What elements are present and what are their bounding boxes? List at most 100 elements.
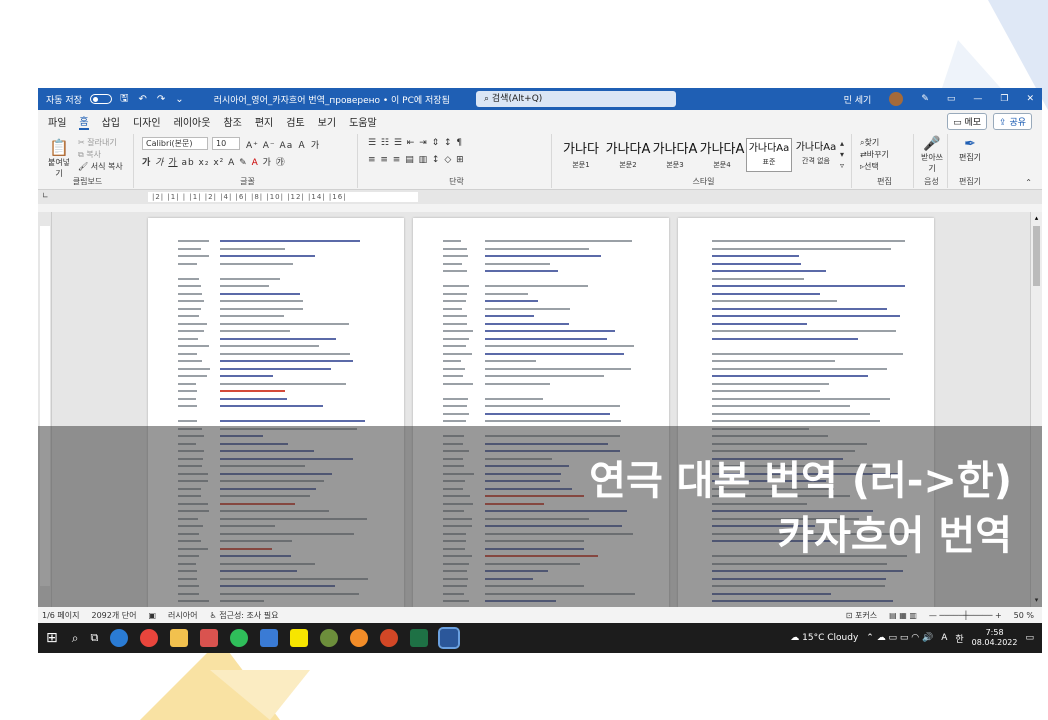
clock[interactable]: 7:58 08.04.2022 <box>972 628 1018 648</box>
weather-widget[interactable]: ☁ 15°C Cloudy <box>790 633 858 643</box>
caption-overlay: 연극 대본 번역 (러->한) 카자흐어 번역 <box>38 426 1042 607</box>
find-button[interactable]: ⌕찾기 <box>860 137 879 148</box>
style-item[interactable]: 가나다A 본문4 <box>699 138 745 172</box>
powerpoint-icon[interactable] <box>380 629 399 647</box>
language-label[interactable]: 러시아어 <box>168 610 197 621</box>
tab-view[interactable]: 보기 <box>318 114 336 129</box>
font-format-buttons[interactable]: 가 가 가 ab x₂ x² A ✎ A 가 ㉮ <box>142 155 286 168</box>
tab-review[interactable]: 검토 <box>286 114 304 129</box>
style-item-selected[interactable]: 가나다Aa 표준 <box>746 138 792 172</box>
accessibility-status[interactable]: ♿ 접근성: 조사 필요 <box>210 610 279 621</box>
select-button[interactable]: ▹선택 <box>860 161 879 172</box>
minimize-icon[interactable]: — <box>973 94 982 104</box>
copy-button[interactable]: ⧉ 복사 <box>78 149 101 160</box>
memo-button[interactable]: ▭ 메모 <box>947 112 988 130</box>
editor-pen-icon: ✒ <box>964 136 976 152</box>
file-explorer-icon[interactable] <box>170 629 189 647</box>
view-buttons[interactable]: ▤ ▦ ▥ <box>889 611 917 620</box>
pen-icon[interactable]: ✎ <box>921 94 929 104</box>
tab-file[interactable]: 파일 <box>48 114 66 129</box>
collapse-ribbon-icon[interactable]: ⌃ <box>1025 178 1032 187</box>
text-line <box>485 285 589 287</box>
mail-icon[interactable] <box>260 629 279 647</box>
tab-help[interactable]: 도움말 <box>349 114 377 129</box>
redo-icon[interactable]: ↷ <box>157 94 165 105</box>
customize-toolbar-icon[interactable]: ⌄ <box>175 94 183 105</box>
font-size-buttons[interactable]: A⁺ A⁻ Aa Ａ 가 <box>246 138 320 151</box>
yandex-icon[interactable] <box>200 629 219 647</box>
list-buttons[interactable]: ☰ ☷ ☰ ⇤ ⇥ ⇕ ↕ ¶ <box>368 138 463 148</box>
text-line <box>443 375 463 377</box>
avatar[interactable] <box>889 92 904 106</box>
text-line <box>220 360 354 362</box>
scroll-up-icon[interactable]: ▴ <box>1032 214 1041 223</box>
edge-browser-icon[interactable] <box>110 629 129 647</box>
styles-group: 가나다 본문1 가나다A 본문2 가나다A 본문3 가나다A 본문4 가나다Aa 표준 가… <box>556 134 852 188</box>
zoom-slider[interactable]: — ─────┼───── + <box>929 611 1002 620</box>
proofing-icon[interactable]: ▣ <box>148 611 156 620</box>
tray-icons[interactable]: ⌃ ☁ ▭ ▭ ◠ 🔊 <box>866 633 933 643</box>
paste-button[interactable]: 📋 붙여넣기 <box>46 138 72 179</box>
autosave-toggle[interactable] <box>89 94 112 104</box>
style-item[interactable]: 가나다 본문1 <box>558 138 604 172</box>
word-count[interactable]: 2092개 단어 <box>92 610 137 621</box>
kakaotalk-icon[interactable] <box>290 629 309 647</box>
ime-language[interactable]: 한 <box>955 632 963 645</box>
style-item[interactable]: 가나다Aa 간격 없음 <box>793 138 839 172</box>
whatsapp-icon[interactable] <box>230 629 249 647</box>
chrome-browser-icon[interactable] <box>140 629 159 647</box>
search-icon[interactable]: ⌕ <box>72 631 79 646</box>
tab-references[interactable]: 참조 <box>223 114 241 129</box>
cut-button[interactable]: ✂ 잘라내기 <box>78 137 117 148</box>
dictate-button[interactable]: 🎤 받아쓰기 <box>918 136 946 174</box>
restore-icon[interactable]: ❐ <box>1000 94 1008 104</box>
save-icon[interactable]: 🖫 <box>120 91 129 108</box>
clock-date: 08.04.2022 <box>971 638 1018 647</box>
ime-mode[interactable]: A <box>941 633 947 643</box>
text-line <box>220 352 351 355</box>
ribbon-display-icon[interactable]: ▭ <box>947 94 956 104</box>
text-line <box>443 382 473 385</box>
style-preview: 가나다 <box>563 142 599 157</box>
editing-group-label: 편집 <box>877 177 892 186</box>
text-line <box>443 315 467 317</box>
replace-button[interactable]: ⇄바꾸기 <box>860 149 889 160</box>
close-icon[interactable]: ✕ <box>1026 94 1034 104</box>
tab-design[interactable]: 디자인 <box>133 114 161 129</box>
horizontal-ruler[interactable]: ∟ |2| |1| | |1| |2| |4| |6| |8| |10| |12… <box>38 190 1042 204</box>
drawing-app-icon[interactable] <box>320 629 339 647</box>
excel-icon[interactable] <box>410 629 429 647</box>
tab-selector-icon[interactable]: ∟ <box>42 191 49 200</box>
scroll-thumb[interactable] <box>1033 226 1040 286</box>
orange-app-icon[interactable] <box>350 629 369 647</box>
word-icon[interactable] <box>438 627 461 649</box>
tab-layout[interactable]: 레이아웃 <box>174 114 211 129</box>
voice-group: 🎤 받아쓰기 음성 <box>916 134 948 188</box>
editor-button[interactable]: ✒ 편집기 <box>954 136 986 163</box>
text-line <box>178 277 199 280</box>
style-item[interactable]: 가나다A 본문3 <box>652 138 698 172</box>
windows-start-icon[interactable]: ⊞ <box>46 630 58 646</box>
share-button[interactable]: ⇪ 공유 <box>993 112 1032 130</box>
tab-insert[interactable]: 삽입 <box>102 114 120 129</box>
user-name[interactable]: 민 세기 <box>844 93 872 106</box>
alignment-buttons[interactable]: ≡ ≡ ≡ ▤ ▥ ↕ ◇ ⊞ <box>368 155 465 165</box>
search-box[interactable]: ⌕ 검색(Alt+Q) <box>476 91 676 107</box>
focus-button[interactable]: ⊡ 포커스 <box>846 610 877 621</box>
weather-label: 15°C Cloudy <box>802 633 859 643</box>
undo-icon[interactable]: ↶ <box>139 94 147 105</box>
notification-icon[interactable]: ▭ <box>1025 633 1034 643</box>
page-count[interactable]: 1/6 페이지 <box>42 610 80 621</box>
ruler-scale: |2| |1| | |1| |2| |4| |6| |8| |10| |12| … <box>148 192 418 202</box>
font-name-select[interactable]: Calibri(본문) <box>142 137 208 150</box>
style-item[interactable]: 가나다A 본문2 <box>605 138 651 172</box>
text-line <box>443 307 463 310</box>
text-line <box>712 330 897 332</box>
styles-scroll-arrows[interactable]: ▴ ▾ ▿ <box>840 138 844 171</box>
format-painter-button[interactable]: 🖌 서식 복사 <box>78 161 123 172</box>
tab-mailings[interactable]: 편지 <box>255 114 273 129</box>
font-size-select[interactable]: 10 <box>212 137 240 150</box>
tab-home[interactable]: 홈 <box>79 113 89 130</box>
zoom-level[interactable]: 50 % <box>1014 611 1034 620</box>
task-view-icon[interactable]: ⧉ <box>90 631 98 645</box>
